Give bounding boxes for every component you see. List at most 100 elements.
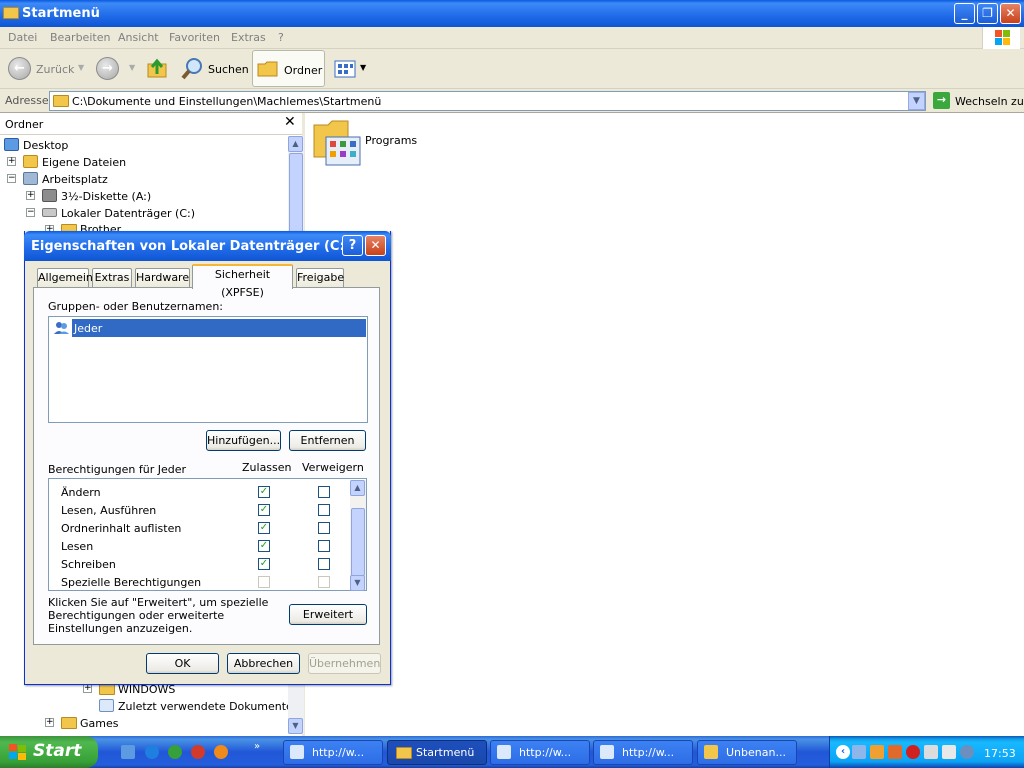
advanced-button[interactable]: Erweitert [289,604,367,625]
ok-button[interactable]: OK [146,653,219,674]
allow-checkbox[interactable]: ✓ [258,504,270,516]
tree-item-floppy[interactable]: 3½-Diskette (A:) [61,190,151,203]
quicklaunch-icon-3[interactable] [168,745,182,759]
forward-dropdown-icon[interactable]: ▼ [129,63,135,72]
tree-item-recent-documents[interactable]: Zuletzt verwendete Dokumente [118,700,293,713]
tab-security[interactable]: Sicherheit (XPFSE) [192,264,293,299]
expand-icon[interactable]: + [7,157,16,166]
menu-help[interactable]: ? [278,31,284,44]
folders-button[interactable]: Ordner [252,50,325,87]
tray-icon-1[interactable] [852,745,866,759]
scroll-up-icon[interactable]: ▲ [350,480,365,496]
apply-button[interactable]: Übernehmen [308,653,381,674]
allow-checkbox[interactable]: ✓ [258,558,270,570]
tab-extras[interactable]: Extras [92,268,132,288]
recent-documents-icon [99,699,114,712]
deny-checkbox[interactable] [318,486,330,498]
start-button[interactable]: Start [0,736,98,768]
allow-checkbox[interactable]: ✓ [258,486,270,498]
deny-checkbox[interactable] [318,576,330,588]
go-button[interactable]: Wechseln zu [955,95,1024,108]
dialog-title-bar[interactable]: Eigenschaften von Lokaler Datenträger (C… [24,231,391,261]
more-icon[interactable]: » [254,741,260,752]
users-list[interactable]: Jeder [48,316,368,423]
task-button-active[interactable]: Startmenü [387,740,487,765]
dialog-title: Eigenschaften von Lokaler Datenträger (C… [31,239,351,254]
deny-checkbox[interactable] [318,540,330,552]
help-button[interactable]: ? [342,235,363,256]
tray-icon-7[interactable] [960,745,974,759]
remove-button[interactable]: Entfernen [289,430,366,451]
allow-checkbox[interactable]: ✓ [258,522,270,534]
allow-checkbox[interactable]: ✓ [258,540,270,552]
hard-drive-icon [42,208,57,217]
deny-checkbox[interactable] [318,504,330,516]
go-arrow-icon[interactable]: → [933,92,950,109]
ie-icon[interactable] [145,745,159,759]
task-button[interactable]: http://w... [593,740,693,765]
menu-file[interactable]: Datei [8,31,37,44]
deny-checkbox[interactable] [318,558,330,570]
tab-general[interactable]: Allgemein [37,268,93,288]
cancel-button[interactable]: Abbrechen [227,653,300,674]
clock: 17:53 [984,747,1016,760]
menu-extras[interactable]: Extras [231,31,266,44]
menu-favorites[interactable]: Favoriten [169,31,220,44]
list-item[interactable]: Jeder [72,319,366,337]
quicklaunch-icon-1[interactable] [121,745,135,759]
views-dropdown-icon[interactable]: ▼ [360,63,366,72]
collapse-icon[interactable]: − [7,174,16,183]
programs-label[interactable]: Programs [365,134,417,147]
firefox-icon[interactable] [214,745,228,759]
scroll-thumb[interactable] [351,508,365,576]
up-folder-icon[interactable] [146,57,168,79]
back-button[interactable]: Zurück [36,63,74,76]
tray-icon-2[interactable] [870,745,884,759]
deny-checkbox[interactable] [318,522,330,534]
opera-icon[interactable] [191,745,205,759]
allow-checkbox[interactable] [258,576,270,588]
expand-icon[interactable]: + [83,684,92,693]
volume-icon[interactable] [924,745,938,759]
search-icon[interactable] [181,56,205,80]
task-button[interactable]: http://w... [490,740,590,765]
tree-item-local-disk[interactable]: Lokaler Datenträger (C:) [61,207,195,220]
back-arrow-icon[interactable]: ← [8,57,31,80]
search-button[interactable]: Suchen [208,63,249,76]
tree-item-games[interactable]: Games [80,717,118,730]
folder-icon [53,95,69,107]
expand-icon[interactable]: + [45,718,54,727]
scroll-up-icon[interactable]: ▲ [288,136,303,152]
restore-button[interactable]: ❐ [977,3,998,24]
scroll-down-icon[interactable]: ▼ [350,575,365,591]
show-hidden-icon[interactable]: ‹ [836,745,850,759]
antivirus-icon[interactable] [906,745,920,759]
views-icon[interactable] [334,59,358,79]
menu-edit[interactable]: Bearbeiten [50,31,110,44]
forward-arrow-icon[interactable]: → [96,57,119,80]
menu-view[interactable]: Ansicht [118,31,159,44]
window-title-bar[interactable]: Startmenü _ ❐ ✕ [0,0,1024,27]
back-dropdown-icon[interactable]: ▼ [78,63,84,72]
tree-item-desktop[interactable]: Desktop [23,139,68,152]
add-button[interactable]: Hinzufügen... [206,430,281,451]
minimize-button[interactable]: _ [954,3,975,24]
tab-hardware[interactable]: Hardware [135,268,190,288]
expand-icon[interactable]: + [26,191,35,200]
task-button[interactable]: Unbenan... [697,740,797,765]
tree-item-my-computer[interactable]: Arbeitsplatz [42,173,108,186]
tray-icon-3[interactable] [888,745,902,759]
tray-icon-6[interactable] [942,745,956,759]
scroll-down-icon[interactable]: ▼ [288,718,303,734]
dialog-close-button[interactable]: ✕ [365,235,386,256]
programs-folder-icon[interactable] [312,117,362,167]
tree-item-my-documents[interactable]: Eigene Dateien [42,156,126,169]
close-button[interactable]: ✕ [1000,3,1021,24]
permissions-scrollbar[interactable]: ▲ ▼ [350,480,366,591]
task-button[interactable]: http://w... [283,740,383,765]
close-pane-icon[interactable]: ✕ [284,114,296,130]
folders-label: Ordner [284,64,323,77]
tab-sharing[interactable]: Freigabe [296,268,344,288]
address-dropdown-icon[interactable]: ▼ [908,92,925,110]
collapse-icon[interactable]: − [26,208,35,217]
